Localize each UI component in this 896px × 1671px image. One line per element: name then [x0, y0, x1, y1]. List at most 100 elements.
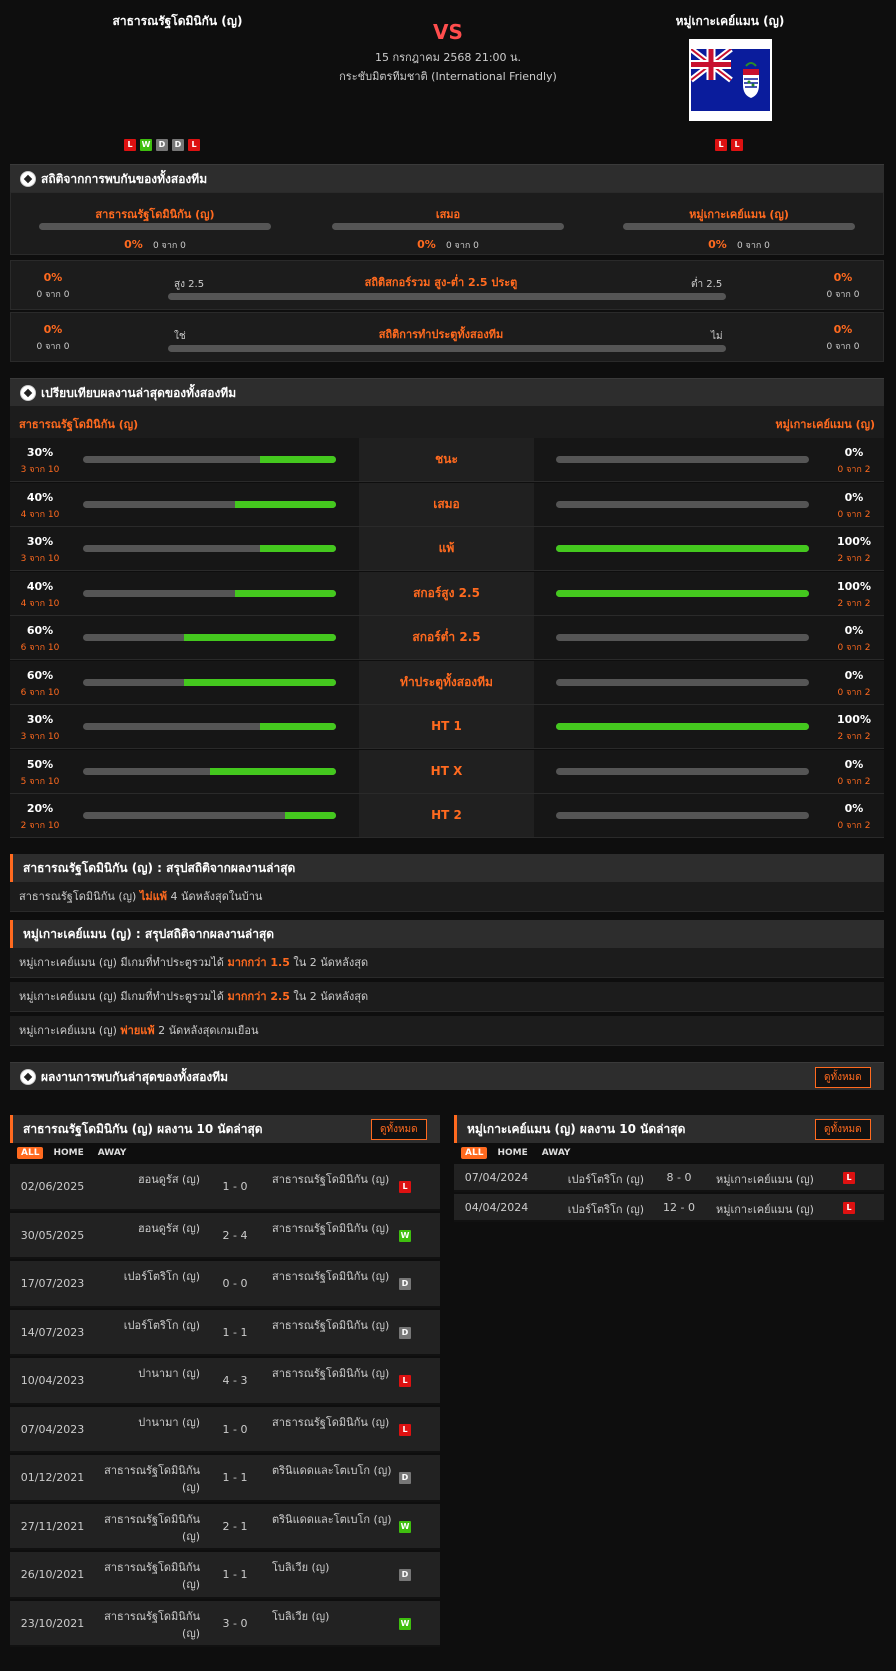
match-result-badge: L: [399, 1181, 411, 1194]
compare-away-pct: 100%: [837, 579, 871, 593]
summary-text: หมู่เกาะเคย์แมน (ญ): [19, 1024, 117, 1037]
compare-home-fill: [260, 545, 336, 552]
match-date: 27/11/2021: [20, 1519, 85, 1533]
match-score: 4 - 3: [222, 1374, 248, 1388]
match-home-team: สาธารณรัฐโดมินิกัน (ญ): [104, 1512, 200, 1543]
compare-home-fill: [234, 589, 336, 597]
h2h-stats-header: สถิติจากการพบกันของทั้งสองทีม: [10, 164, 884, 192]
filter-all[interactable]: ALL: [461, 1147, 488, 1159]
compare-home-pct: 30%: [26, 713, 54, 726]
compare-home-sub: 5 จาก 10: [20, 776, 60, 787]
summary-text: หมู่เกาะเคย์แมน (ญ) มีเกมที่ทำประตูรวมได…: [19, 956, 224, 969]
match-away-team: สาธารณรัฐโดมินิกัน (ญ): [272, 1173, 390, 1187]
match-row[interactable]: 10/04/2023 ปานามา (ญ) 4 - 3 สาธารณรัฐโดมินิ…: [10, 1358, 440, 1405]
match-result-badge: L: [843, 1172, 855, 1184]
away-summary-header: หมู่เกาะเคย์แมน (ญ) : สรุปสถิติจากผลงานล…: [10, 920, 884, 948]
soccer-ball-icon: [20, 170, 36, 187]
compare-row: 20% 2 จาก 10 HT 2 0% 0 จาก 2: [10, 794, 884, 838]
compare-row: 40% 4 จาก 10 เสมอ 0% 0 จาก 2: [10, 482, 884, 527]
compare-home-pct: 30%: [26, 535, 54, 548]
match-date: 07/04/2024: [464, 1171, 529, 1184]
form-badge: L: [124, 138, 136, 151]
compare-away-bar: [556, 723, 809, 730]
vs-label: VS: [433, 20, 463, 44]
home-team-name: สาธารณรัฐโดมินิกัน (ญ): [112, 14, 243, 28]
compare-away-sub: 0 จาก 2: [837, 509, 871, 520]
compare-away-bar: [556, 634, 809, 641]
match-result-badge: L: [399, 1423, 411, 1436]
compare-home-sub: 4 จาก 10: [20, 509, 60, 520]
match-home-team: เปอร์โตริโก (ญ): [123, 1318, 200, 1332]
ou-right-pct: 0%: [833, 271, 853, 284]
match-row[interactable]: 27/11/2021 สาธารณรัฐโดมินิกัน (ญ) 2 - 1 ตริ…: [10, 1503, 440, 1550]
summary-highlight: มากกว่า 2.5: [227, 990, 290, 1003]
form-badge: D: [172, 138, 184, 151]
compare-home-bar: [83, 767, 336, 775]
away-form-badges: LL: [715, 134, 765, 153]
compare-away-pct: 100%: [837, 535, 871, 548]
compare-home-sub: 6 จาก 10: [20, 643, 60, 653]
compare-away-pct: 0%: [844, 757, 864, 771]
match-row[interactable]: 30/05/2025 ฮอนดูรัส (ญ) 2 - 4 สาธารณรัฐโดมิ…: [10, 1212, 440, 1259]
compare-home-name: สาธารณรัฐโดมินิกัน (ญ): [19, 418, 139, 431]
compare-away-pct: 0%: [844, 624, 864, 637]
compare-home-pct: 40%: [26, 579, 54, 593]
match-score: 1 - 1: [222, 1471, 248, 1485]
btts-title: สถิติการทำประตูทั้งสองทีม: [378, 328, 504, 341]
compare-away-sub: 0 จาก 2: [837, 776, 871, 787]
compare-away-bar: [556, 500, 809, 508]
compare-home-sub: 4 จาก 10: [20, 598, 60, 609]
summary-row: หมู่เกาะเคย์แมน (ญ) พ่ายแพ้ 2 นัดหลังสุด…: [10, 1016, 884, 1046]
home-last10-view-all-button[interactable]: ดูทั้งหมด: [371, 1119, 427, 1140]
match-row[interactable]: 23/10/2021 สาธารณรัฐโดมินิกัน (ญ) 3 - 0 โบล…: [10, 1600, 440, 1647]
match-row[interactable]: 14/07/2023 เปอร์โตริโก (ญ) 1 - 1 สาธารณรัฐโ…: [10, 1309, 440, 1356]
compare-label: HT 2: [359, 794, 534, 837]
match-row[interactable]: 17/07/2023 เปอร์โตริโก (ญ) 0 - 0 สาธารณรัฐโ…: [10, 1261, 440, 1308]
compare-home-sub: 3 จาก 10: [20, 732, 60, 742]
match-away-team: ตรินิแดดและโตเบโก (ญ): [272, 1512, 392, 1526]
away-last10-view-all-button[interactable]: ดูทั้งหมด: [815, 1119, 871, 1140]
form-badge: W: [140, 138, 152, 151]
filter-all[interactable]: ALL: [17, 1147, 44, 1159]
match-row[interactable]: 07/04/2024 เปอร์โตริโก (ญ) 8 - 0 หมู่เกาะเค…: [454, 1164, 884, 1192]
h2h-draw-sub: 0 จาก 0: [445, 241, 479, 251]
match-row[interactable]: 02/06/2025 ฮอนดูรัส (ญ) 1 - 0 สาธารณรัฐโดมิ…: [10, 1164, 440, 1211]
match-home-team: เปอร์โตริโก (ญ): [567, 1173, 644, 1186]
compare-home-bar: [83, 500, 336, 508]
compare-away-pct: 0%: [844, 490, 864, 504]
compare-away-bar: [556, 678, 809, 686]
match-result-badge: L: [843, 1202, 855, 1214]
match-date: 17/07/2023: [20, 1277, 85, 1291]
match-row[interactable]: 26/10/2021 สาธารณรัฐโดมินิกัน (ญ) 1 - 1 โบล…: [10, 1552, 440, 1599]
match-home-team: สาธารณรัฐโดมินิกัน (ญ): [104, 1464, 200, 1495]
compare-label: แพ้: [359, 527, 534, 570]
summary-row: หมู่เกาะเคย์แมน (ญ) มีเกมที่ทำประตูรวมได…: [10, 948, 884, 978]
match-row[interactable]: 07/04/2023 ปานามา (ญ) 1 - 0 สาธารณรัฐโดมินิ…: [10, 1406, 440, 1453]
compare-home-bar: [83, 723, 336, 730]
recent-h2h-view-all-button[interactable]: ดูทั้งหมด: [815, 1067, 871, 1088]
summary-tail: 2 นัดหลังสุดเกมเยือน: [158, 1024, 259, 1037]
compare-away-bar: [556, 456, 809, 463]
filter-away[interactable]: AWAY: [94, 1147, 131, 1159]
match-score: 12 - 0: [663, 1201, 695, 1214]
compare-row: 60% 6 จาก 10 สกอร์ต่ำ 2.5 0% 0 จาก 2: [10, 616, 884, 660]
h2h-home-pct: 0%: [124, 238, 143, 251]
filter-home[interactable]: HOME: [493, 1147, 531, 1159]
recent-h2h-title: ผลงานการพบกันล่าสุดของทั้งสองทีม: [41, 1070, 229, 1084]
form-badge: L: [188, 138, 200, 151]
match-away-team: โบลิเวีย (ญ): [272, 1609, 330, 1623]
filter-away[interactable]: AWAY: [538, 1147, 575, 1159]
match-row[interactable]: 04/04/2024 เปอร์โตริโก (ญ) 12 - 0 หมู่เกาะเ…: [454, 1194, 884, 1222]
compare-home-sub: 2 จาก 10: [20, 821, 60, 831]
match-home-team: เปอร์โตริโก (ญ): [123, 1270, 200, 1284]
ou-title: สถิติสกอร์รวม สูง-ต่ำ 2.5 ประตู: [364, 276, 518, 289]
compare-header: เปรียบเทียบผลงานล่าสุดของทั้งสองทีม: [10, 378, 884, 406]
home-summary-header: สาธารณรัฐโดมินิกัน (ญ) : สรุปสถิติจากผลง…: [10, 854, 884, 882]
compare-home-fill: [209, 767, 336, 775]
match-row[interactable]: 01/12/2021 สาธารณรัฐโดมินิกัน (ญ) 1 - 1 ตริ…: [10, 1455, 440, 1502]
h2h-home-sub: 0 จาก 0: [152, 241, 186, 251]
compare-row: 50% 5 จาก 10 HT X 0% 0 จาก 2: [10, 749, 884, 794]
match-away-team: ตรินิแดดและโตเบโก (ญ): [272, 1464, 392, 1478]
filter-home[interactable]: HOME: [49, 1147, 87, 1159]
compare-home-bar: [83, 545, 336, 552]
